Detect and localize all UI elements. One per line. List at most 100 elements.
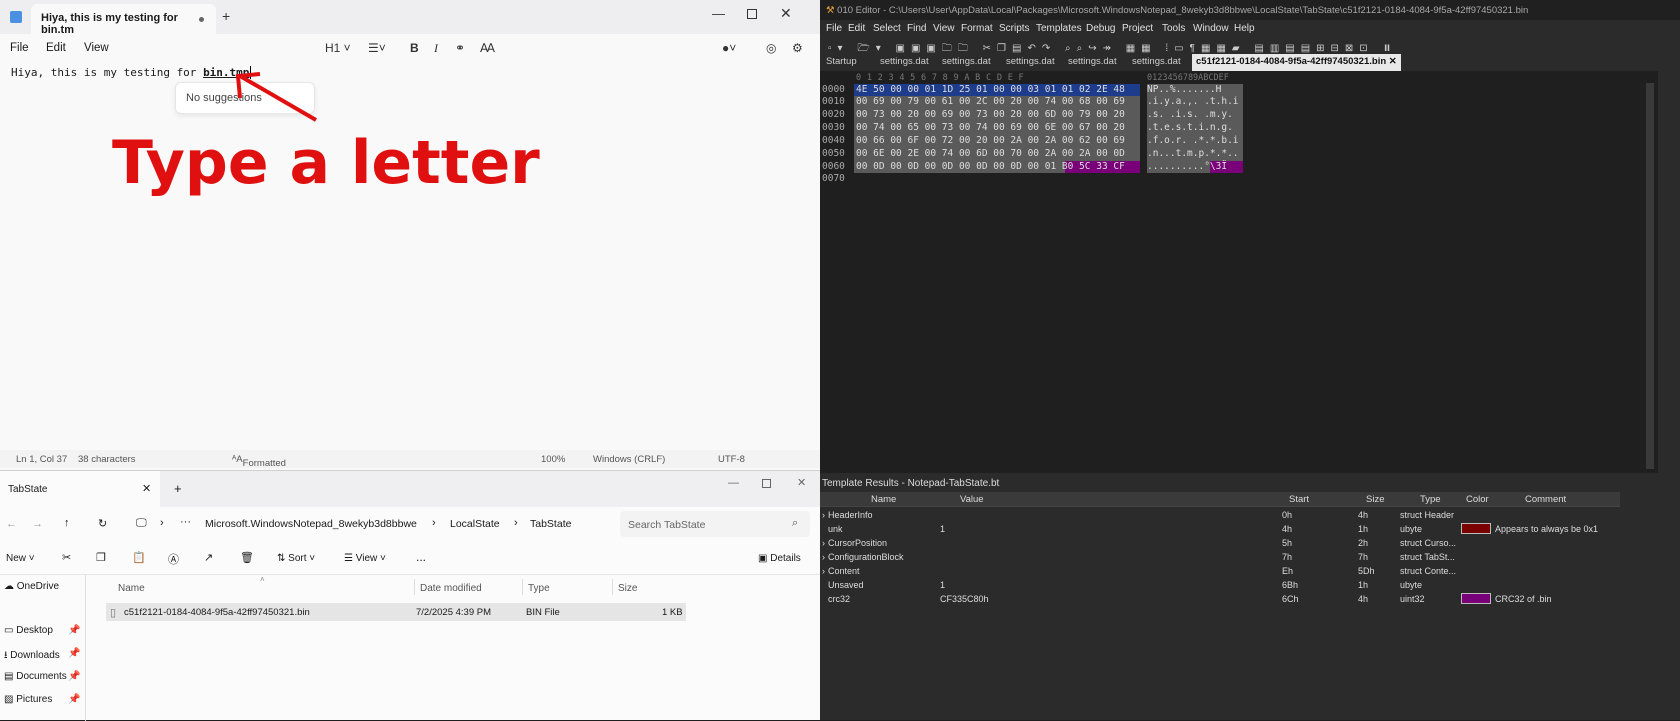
clear-format-icon[interactable]: Ꜳ <box>480 41 495 55</box>
editor-menu-select[interactable]: Select <box>873 23 901 34</box>
account-icon[interactable]: ◎ <box>766 41 776 55</box>
copilot-icon[interactable]: ●˅ <box>722 41 736 55</box>
expand-chevron-icon[interactable]: › <box>822 510 825 520</box>
minimize-icon[interactable]: — <box>712 6 725 21</box>
template-row[interactable]: › ConfigurationBlock 7h 7h struct TabSt... <box>820 550 1620 564</box>
details-button[interactable]: ▣ Details <box>758 553 801 564</box>
template-row[interactable]: Unsaved 1 6Bh 1h ubyte <box>820 578 1620 592</box>
template-col-start[interactable]: Start <box>1289 494 1309 505</box>
rename-icon[interactable]: Ⓐ <box>168 551 179 567</box>
menu-edit[interactable]: Edit <box>46 42 66 54</box>
close-icon[interactable]: ✕ <box>797 476 806 489</box>
sort-button[interactable]: ⇅ Sort ˅ <box>277 553 315 564</box>
column-date[interactable]: Date modified <box>420 583 482 594</box>
refresh-icon[interactable]: ↻ <box>98 517 107 530</box>
close-tab-icon[interactable]: ✕ <box>142 482 151 495</box>
breadcrumb-item[interactable]: Microsoft.WindowsNotepad_8wekyb3d8bbwe <box>205 518 417 530</box>
column-size[interactable]: Size <box>618 583 637 594</box>
list-icon[interactable]: ☰˅ <box>368 41 386 55</box>
breadcrumb-item[interactable]: LocalState <box>450 518 500 530</box>
back-arrow-icon[interactable]: ← <box>6 518 17 530</box>
template-col-comment[interactable]: Comment <box>1525 494 1566 505</box>
new-button[interactable]: New ˅ <box>6 553 35 564</box>
editor-menu-file[interactable]: File <box>826 23 842 34</box>
nav-desktop[interactable]: ▭ Desktop 📌 <box>4 625 80 636</box>
column-name[interactable]: Name <box>118 583 145 594</box>
editor-menu-scripts[interactable]: Scripts <box>999 23 1030 34</box>
new-tab-icon[interactable]: + <box>174 481 182 496</box>
editor-tab-active[interactable]: c51f2121-0184-4084-9f5a-42ff97450321.bin… <box>1192 54 1401 71</box>
editor-menu-edit[interactable]: Edit <box>848 23 865 34</box>
editor-tab[interactable]: settings.dat <box>1006 56 1055 67</box>
column-type[interactable]: Type <box>528 583 550 594</box>
search-box[interactable]: Search TabState ⌕ <box>620 511 810 537</box>
editor-tab[interactable]: Startup <box>826 56 857 67</box>
nav-pictures[interactable]: ▨ Pictures 📌 <box>4 694 80 705</box>
minimize-icon[interactable]: — <box>728 477 739 489</box>
editor-menu-window[interactable]: Window <box>1193 23 1229 34</box>
forward-arrow-icon[interactable]: → <box>32 518 43 530</box>
notepad-editor-text[interactable]: Hiya, this is my testing for bin.tmp <box>11 66 252 79</box>
nav-documents[interactable]: ▤ Documents 📌 <box>4 671 80 682</box>
breadcrumb-item[interactable]: TabState <box>530 518 571 530</box>
search-input[interactable]: Search TabState <box>628 519 705 531</box>
template-col-name[interactable]: Name <box>871 494 896 505</box>
expand-chevron-icon[interactable]: › <box>822 552 825 562</box>
nav-downloads[interactable]: ⭳ Downloads 📌 <box>4 648 80 665</box>
cut-icon[interactable]: ✂ <box>62 551 71 564</box>
more-button[interactable]: ... <box>416 550 426 564</box>
settings-gear-icon[interactable]: ⚙ <box>792 41 803 55</box>
editor-menu-format[interactable]: Format <box>961 23 993 34</box>
template-row[interactable]: › CursorPosition 5h 2h struct Curso... <box>820 536 1620 550</box>
italic-icon[interactable]: I <box>434 41 438 56</box>
template-row[interactable]: › HeaderInfo 0h 4h struct Header <box>820 508 1620 522</box>
heading-dropdown[interactable]: H1 ˅ <box>325 41 351 55</box>
editor-menu-view[interactable]: View <box>933 23 955 34</box>
hex-scrollbar[interactable] <box>1646 83 1654 469</box>
maximize-icon[interactable] <box>747 9 757 19</box>
editor-menu-project[interactable]: Project <box>1122 23 1153 34</box>
explorer-tab[interactable]: TabState ✕ <box>0 471 160 507</box>
close-icon[interactable]: ✕ <box>780 5 792 22</box>
copy-icon[interactable]: ❐ <box>96 551 106 564</box>
expand-chevron-icon[interactable]: › <box>822 566 825 576</box>
template-cell-size: 1h <box>1358 524 1369 534</box>
editor-menu-tools[interactable]: Tools <box>1162 23 1185 34</box>
expand-chevron-icon[interactable]: › <box>822 538 825 548</box>
editor-tab[interactable]: settings.dat <box>1132 56 1181 67</box>
editor-menu-templates[interactable]: Templates <box>1036 23 1082 34</box>
template-col-color[interactable]: Color <box>1466 494 1489 505</box>
nav-onedrive[interactable]: ☁ OneDrive <box>4 581 59 592</box>
delete-icon[interactable]: 🗑 <box>240 551 254 564</box>
paste-icon[interactable]: 📋 <box>132 551 146 564</box>
up-arrow-icon[interactable]: ↑ <box>64 517 70 529</box>
hex-view[interactable]: 0 1 2 3 4 5 6 7 8 9 A B C D E F 01234567… <box>820 71 1658 473</box>
link-icon[interactable]: ⚭ <box>455 41 465 55</box>
template-row[interactable]: unk 1 4h 1h ubyte Appears to always be 0x1 <box>820 522 1620 536</box>
menu-file[interactable]: File <box>10 42 29 54</box>
editor-menu-find[interactable]: Find <box>907 23 926 34</box>
more-path-icon[interactable]: ··· <box>180 516 191 528</box>
hex-row: 00 73 00 20 00 69 00 73 00 20 00 6D 00 7… <box>856 109 1125 120</box>
status-zoom[interactable]: 100% <box>541 454 565 465</box>
editor-tab[interactable]: settings.dat <box>942 56 991 67</box>
menu-view[interactable]: View <box>84 42 109 54</box>
template-col-type[interactable]: Type <box>1420 494 1441 505</box>
notepad-tab[interactable]: Hiya, this is my testing for bin.tm <box>31 4 216 36</box>
template-row[interactable]: › Content Eh 5Dh struct Conte... <box>820 564 1620 578</box>
editor-menu-help[interactable]: Help <box>1234 23 1255 34</box>
editor-tab[interactable]: settings.dat <box>880 56 929 67</box>
share-icon[interactable]: ↗ <box>204 551 213 564</box>
bold-icon[interactable]: B <box>410 41 419 55</box>
status-encoding[interactable]: UTF-8 <box>718 454 745 465</box>
status-eol[interactable]: Windows (CRLF) <box>593 454 665 465</box>
view-button[interactable]: ☰ View ˅ <box>344 553 386 564</box>
maximize-icon[interactable] <box>762 479 771 488</box>
template-col-size[interactable]: Size <box>1366 494 1384 505</box>
editor-menu-debug[interactable]: Debug <box>1086 23 1115 34</box>
file-row[interactable]: ▯ c51f2121-0184-4084-9f5a-42ff97450321.b… <box>106 603 686 621</box>
template-row[interactable]: crc32 CF335C80h 6Ch 4h uint32 CRC32 of .bin <box>820 592 1620 606</box>
editor-tab[interactable]: settings.dat <box>1068 56 1117 67</box>
new-tab-icon[interactable]: + <box>222 8 230 24</box>
template-col-value[interactable]: Value <box>960 494 984 505</box>
